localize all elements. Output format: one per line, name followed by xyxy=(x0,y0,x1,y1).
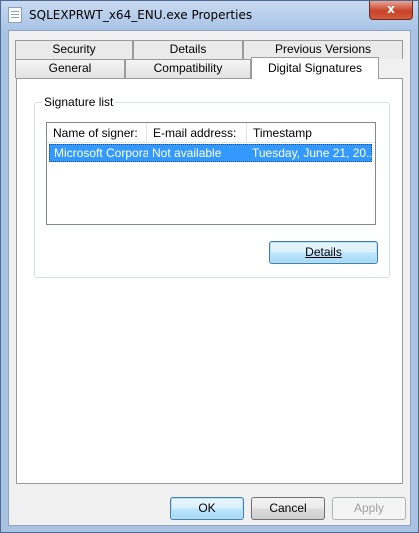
tab-details[interactable]: Details xyxy=(133,40,243,59)
cancel-button[interactable]: Cancel xyxy=(251,497,325,520)
window-title: SQLEXPRWT_x64_ENU.exe Properties xyxy=(29,8,253,22)
ok-button[interactable]: OK xyxy=(170,497,244,520)
details-button-label: Details xyxy=(305,245,342,259)
apply-button[interactable]: Apply xyxy=(332,497,406,520)
details-button[interactable]: Details xyxy=(269,241,378,264)
signer-name-cell: Microsoft Corpora... xyxy=(54,146,148,160)
column-header-name[interactable]: Name of signer: xyxy=(47,123,147,143)
properties-window: SQLEXPRWT_x64_ENU.exe Properties x Secur… xyxy=(0,0,419,533)
column-header-email[interactable]: E-mail address: xyxy=(147,123,247,143)
timestamp-cell: Tuesday, June 21, 20... xyxy=(252,146,372,160)
tab-security[interactable]: Security xyxy=(15,40,133,59)
signature-listview[interactable]: Name of signer: E-mail address: Timestam… xyxy=(46,122,376,225)
dialog-client: Security Details Previous Versions Gener… xyxy=(8,30,411,526)
table-row[interactable]: Microsoft Corpora... Not available Tuesd… xyxy=(49,144,372,162)
close-button[interactable]: x xyxy=(369,1,413,20)
close-icon: x xyxy=(387,2,395,16)
tab-general[interactable]: General xyxy=(15,59,125,78)
document-icon xyxy=(8,7,22,23)
listview-header: Name of signer: E-mail address: Timestam… xyxy=(47,123,375,143)
title-bar[interactable]: SQLEXPRWT_x64_ENU.exe Properties x xyxy=(1,1,418,30)
tab-digital-signatures[interactable]: Digital Signatures xyxy=(251,57,379,79)
column-header-timestamp[interactable]: Timestamp xyxy=(247,123,375,143)
signature-list-group: Signature list Name of signer: E-mail ad… xyxy=(34,95,390,278)
digital-signatures-panel: Signature list Name of signer: E-mail ad… xyxy=(16,78,403,484)
email-cell: Not available xyxy=(152,146,222,160)
signature-list-label: Signature list xyxy=(42,95,116,109)
tab-compatibility[interactable]: Compatibility xyxy=(125,59,251,78)
